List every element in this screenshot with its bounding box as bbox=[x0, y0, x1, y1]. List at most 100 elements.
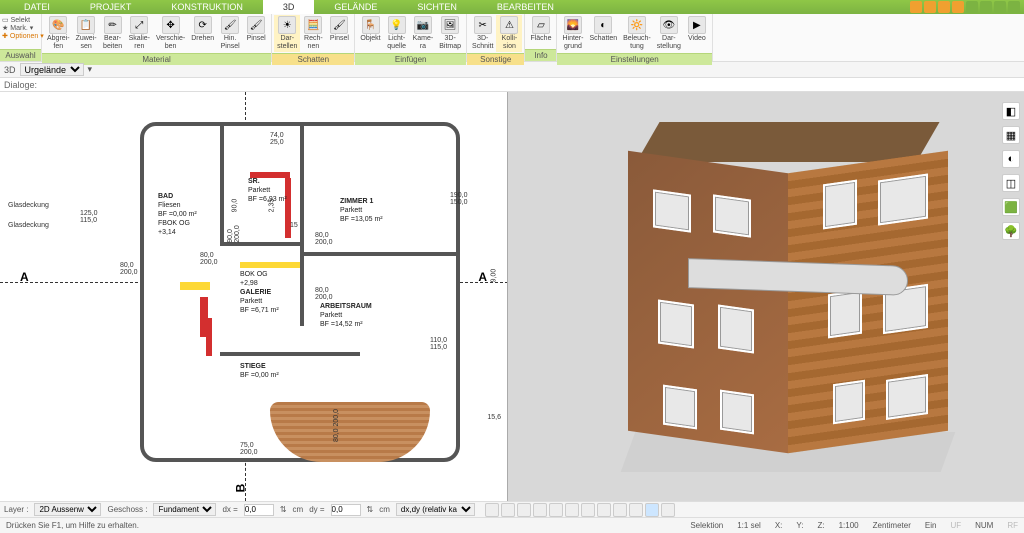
coord-mode-select[interactable]: dx,dy (relativ ka bbox=[396, 503, 475, 516]
selektion-label: Selektion bbox=[690, 521, 723, 530]
skalieren-button[interactable]: ⤢Skalie- ren bbox=[126, 15, 153, 52]
dimension: 80,0 200,0 bbox=[120, 262, 138, 276]
snap-tool-icon[interactable] bbox=[565, 503, 579, 517]
tree-icon[interactable]: 🌳 bbox=[1002, 222, 1020, 240]
layers-icon[interactable]: ◧ bbox=[1002, 102, 1020, 120]
maximize-icon[interactable] bbox=[994, 1, 1006, 13]
dimension: 125,0 115,0 bbox=[80, 210, 98, 224]
3d-pane[interactable]: ◧ ▦ ◐ ◫ 🟩 🌳 bbox=[508, 92, 1024, 501]
schatten-pinsel-button[interactable]: 🖌Pinsel bbox=[326, 15, 352, 44]
snap-tool-icon[interactable] bbox=[597, 503, 611, 517]
tab-gelaende[interactable]: GELÄNDE bbox=[314, 0, 397, 14]
lichtquelle-button[interactable]: 💡Licht- quelle bbox=[384, 15, 410, 52]
snap-tool-icon[interactable] bbox=[517, 503, 531, 517]
snap-tool-icon[interactable] bbox=[661, 503, 675, 517]
snap-tool-icon[interactable] bbox=[629, 503, 643, 517]
optionen-button[interactable]: ✚ Optionen ▾ bbox=[2, 32, 44, 40]
grid-icon[interactable]: ▦ bbox=[1002, 126, 1020, 144]
ribbon-group-einfuegen: 🪑Objekt 💡Licht- quelle 📷Kame- ra 🖼3D- Bi… bbox=[355, 14, 467, 61]
split-icon[interactable]: ◫ bbox=[1002, 174, 1020, 192]
label-glasdeckung: Glasdeckung bbox=[8, 222, 49, 229]
dimension: 74,0 25,0 bbox=[270, 132, 284, 146]
z-label: Z: bbox=[818, 521, 825, 530]
abgreifen-button[interactable]: 🎨Abgrei- fen bbox=[44, 15, 73, 52]
darstellen-button[interactable]: ☀Dar- stellen bbox=[274, 15, 300, 52]
tool-icon[interactable] bbox=[952, 1, 964, 13]
scale-label: 1:1 sel bbox=[737, 521, 761, 530]
y-label: Y: bbox=[796, 521, 803, 530]
snap-tool-icon[interactable] bbox=[613, 503, 627, 517]
hin-pinsel-button[interactable]: 🖌Hin. Pinsel bbox=[217, 15, 243, 52]
unit-label: cm bbox=[293, 505, 304, 514]
ribbon-group-einstellungen: 🌄Hinter- grund ◐Schatten 🔆Beleuch- tung … bbox=[557, 14, 712, 61]
snap-tool-icon[interactable] bbox=[501, 503, 515, 517]
grid-tool-icon[interactable] bbox=[645, 503, 659, 517]
ribbon-group-sonstige: ✂3D- Schnitt ⚠Kolli- sion Sonstige bbox=[467, 14, 525, 61]
snap-tool-icon[interactable] bbox=[581, 503, 595, 517]
zuweisen-button[interactable]: 📋Zuwei- sen bbox=[73, 15, 100, 52]
dy-input[interactable] bbox=[331, 504, 361, 516]
objekt-button[interactable]: 🪑Objekt bbox=[357, 15, 383, 44]
group-label: Sonstige bbox=[467, 53, 524, 65]
hintergrund-button[interactable]: 🌄Hinter- grund bbox=[559, 15, 586, 52]
geschoss-select[interactable]: Fundament bbox=[153, 503, 216, 516]
palette-icon[interactable]: 🟩 bbox=[1002, 198, 1020, 216]
selekt-button[interactable]: ▭ Selekt bbox=[2, 16, 30, 24]
floorplan-pane[interactable]: Glasdeckung Glasdeckung 125,0 115,0 A A … bbox=[0, 92, 508, 501]
rechnen-button[interactable]: 🧮Rech- nen bbox=[300, 15, 326, 52]
snap-tool-icon[interactable] bbox=[533, 503, 547, 517]
tab-sichten[interactable]: SICHTEN bbox=[397, 0, 477, 14]
tab-bearbeiten[interactable]: BEARBEITEN bbox=[477, 0, 574, 14]
tab-3d[interactable]: 3D bbox=[263, 0, 315, 14]
flaeche-button[interactable]: ▱Fläche bbox=[527, 15, 554, 44]
label-glasdeckung: Glasdeckung bbox=[8, 202, 49, 209]
dimension: 2,35 bbox=[268, 199, 275, 213]
shade-icon[interactable]: ◐ bbox=[1002, 150, 1020, 168]
ribbon-group-info: ▱Fläche Info bbox=[525, 14, 557, 61]
dx-label: dx = bbox=[222, 505, 237, 514]
help-icon[interactable] bbox=[966, 1, 978, 13]
tab-datei[interactable]: DATEI bbox=[4, 0, 70, 14]
3dschnitt-button[interactable]: ✂3D- Schnitt bbox=[469, 15, 496, 52]
bearbeiten-button[interactable]: ✏Bear- beiten bbox=[100, 15, 126, 52]
close-icon[interactable] bbox=[1008, 1, 1020, 13]
tool-icon[interactable] bbox=[910, 1, 922, 13]
layer-select[interactable]: 2D Aussenw bbox=[34, 503, 101, 516]
tool-icon[interactable] bbox=[924, 1, 936, 13]
stepper-icon[interactable]: ⇅ bbox=[280, 505, 287, 514]
video-button[interactable]: ▶Video bbox=[684, 15, 710, 44]
unit-label: cm bbox=[379, 505, 390, 514]
pinsel-button[interactable]: 🖌Pinsel bbox=[243, 15, 269, 44]
ein-label: Ein bbox=[925, 521, 937, 530]
chevron-down-icon[interactable]: ▾ bbox=[88, 64, 93, 75]
snap-tool-icon[interactable] bbox=[549, 503, 563, 517]
verschieben-button[interactable]: ✥Verschie- ben bbox=[153, 15, 188, 52]
dimension: 15 bbox=[290, 222, 298, 229]
dimension: 90,0 bbox=[231, 199, 238, 213]
kamera-button[interactable]: 📷Kame- ra bbox=[410, 15, 437, 52]
floor-plan: BAD Fliesen BF =0,00 m² FBOK OG +3,14 SR… bbox=[140, 122, 460, 462]
dimension: 80,0 200,0 bbox=[315, 287, 333, 301]
dx-input[interactable] bbox=[244, 504, 274, 516]
beleuchtung-button[interactable]: 🔆Beleuch- tung bbox=[620, 15, 654, 52]
stepper-icon[interactable]: ⇅ bbox=[367, 505, 374, 514]
snap-tool-icon[interactable] bbox=[485, 503, 499, 517]
darstellung-button[interactable]: 👁Dar- stellung bbox=[654, 15, 684, 52]
tab-konstruktion[interactable]: KONSTRUKTION bbox=[151, 0, 263, 14]
tab-projekt[interactable]: PROJEKT bbox=[70, 0, 152, 14]
group-label: Info bbox=[525, 49, 556, 61]
uf-label: UF bbox=[950, 521, 961, 530]
mark-button[interactable]: ★ Mark. ▾ bbox=[2, 24, 33, 32]
minimize-icon[interactable] bbox=[980, 1, 992, 13]
ribbon-group-material: 🎨Abgrei- fen 📋Zuwei- sen ✏Bear- beiten ⤢… bbox=[42, 14, 272, 61]
tool-icon[interactable] bbox=[938, 1, 950, 13]
x-label: X: bbox=[775, 521, 783, 530]
layer-select[interactable]: Urgelände bbox=[20, 63, 84, 76]
num-label: NUM bbox=[975, 521, 993, 530]
kollision-button[interactable]: ⚠Kolli- sion bbox=[496, 15, 522, 52]
schatten-button[interactable]: ◐Schatten bbox=[586, 15, 620, 44]
bitmap-button[interactable]: 🖼3D- Bitmap bbox=[436, 15, 464, 52]
ribbon-group-schatten: ☀Dar- stellen 🧮Rech- nen 🖌Pinsel Schatte… bbox=[272, 14, 355, 61]
drehen-button[interactable]: ⟳Drehen bbox=[188, 15, 217, 44]
coord-bar: Layer : 2D Aussenw Geschoss : Fundament … bbox=[0, 501, 1024, 517]
